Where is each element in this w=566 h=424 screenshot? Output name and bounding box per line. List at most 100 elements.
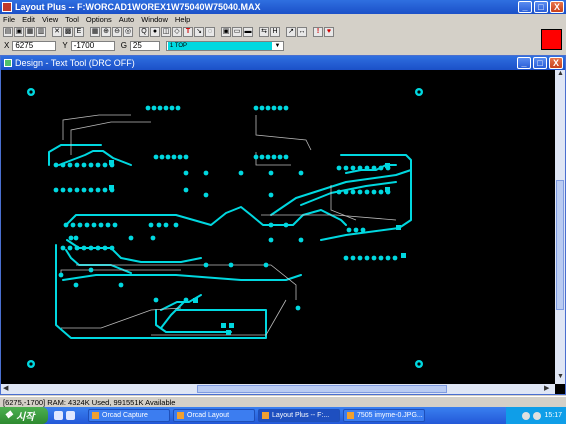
menu-file[interactable]: File (3, 15, 15, 24)
drc-icon[interactable]: ▭ (232, 27, 242, 37)
via-icon[interactable]: ◌ (205, 27, 215, 37)
design-close-button[interactable]: X (549, 57, 563, 69)
print-icon[interactable]: ▦ (25, 27, 35, 37)
x-label: X (4, 41, 10, 50)
menu-auto[interactable]: Auto (119, 15, 134, 24)
zoom-in-icon[interactable]: ⊕ (101, 27, 111, 37)
ratsnest-line (62, 114, 131, 140)
start-label: 시작 (15, 412, 35, 423)
app-icon (262, 412, 269, 419)
menu-edit[interactable]: Edit (22, 15, 35, 24)
reports-icon[interactable]: ♥ (324, 27, 334, 37)
trace (65, 206, 347, 226)
trace (270, 169, 412, 241)
horizontal-scrollbar[interactable]: ◀ ▶ (1, 384, 555, 394)
vertical-scrollbar[interactable]: ▲ ▼ (555, 70, 565, 384)
library-icon[interactable]: ▥ (36, 27, 46, 37)
obstacle-icon[interactable]: ◫ (161, 27, 171, 37)
zoom-fit-icon[interactable]: ◎ (123, 27, 133, 37)
query-icon[interactable]: Q (139, 27, 149, 37)
maximize-button[interactable]: □ (534, 1, 548, 13)
task-image-viewer[interactable]: 7505 imyme-0.JPG... (343, 409, 425, 422)
online-drc-icon[interactable]: ↔ (297, 27, 307, 37)
connection-icon[interactable]: ◇ (172, 27, 182, 37)
current-color-swatch[interactable] (541, 29, 562, 50)
pcb-canvas[interactable] (1, 70, 555, 384)
vertical-scroll-thumb[interactable] (556, 180, 564, 310)
pin-icon[interactable]: ● (150, 27, 160, 37)
task-label: Layout Plus -- F:... (272, 412, 330, 419)
app-icon (177, 412, 184, 419)
grid-field[interactable]: 25 (129, 40, 160, 51)
close-button[interactable]: X (550, 1, 564, 13)
autoroute-icon[interactable]: ▬ (243, 27, 253, 37)
scroll-left-icon[interactable]: ◀ (3, 384, 8, 392)
minimize-button[interactable]: _ (518, 1, 532, 13)
browser-icon[interactable] (54, 411, 63, 420)
y-label: Y (62, 41, 68, 50)
taskbar: ❖ 시작 Orcad Capture Orcad Layout Layout P… (0, 407, 566, 424)
status-bar: [6275,-1700] RAM: 4324K Used, 991551K Av… (0, 396, 566, 407)
trace (65, 249, 132, 274)
design-title-bar[interactable]: Design - Text Tool (DRC OFF) _ □ X (1, 56, 565, 70)
route-icon[interactable]: ↘ (194, 27, 204, 37)
error-icon[interactable]: ! (313, 27, 323, 37)
x-field[interactable]: 6275 (12, 40, 57, 51)
design-maximize-button[interactable]: □ (533, 57, 547, 69)
edit-icon[interactable]: E (74, 27, 84, 37)
component-icon[interactable]: ▩ (63, 27, 73, 37)
task-layout-plus[interactable]: Layout Plus -- F:... (258, 409, 340, 422)
explorer-icon[interactable] (66, 411, 75, 420)
save-icon[interactable]: ▣ (14, 27, 24, 37)
layer-value: 1 TOP (167, 41, 272, 50)
menu-tool[interactable]: Tool (65, 15, 79, 24)
layer-color-icon[interactable]: ▣ (221, 27, 231, 37)
design-minimize-button[interactable]: _ (517, 57, 531, 69)
scroll-up-icon[interactable]: ▲ (557, 70, 564, 77)
horizontal-scroll-thumb[interactable] (197, 385, 447, 393)
clock[interactable]: 15:17 (544, 412, 562, 419)
trace (55, 244, 267, 339)
design-window: Design - Text Tool (DRC OFF) _ □ X ▲ ▼ ◀… (0, 55, 566, 395)
scroll-right-icon[interactable]: ▶ (544, 384, 549, 392)
main-title-bar[interactable]: Layout Plus -- F:WORCAD1WOREX1W75040W750… (0, 0, 566, 14)
menu-window[interactable]: Window (141, 15, 168, 24)
volume-icon[interactable] (533, 411, 542, 420)
system-tray: 15:17 (506, 407, 566, 424)
windows-logo-icon: ❖ (4, 410, 13, 421)
task-orcad-layout[interactable]: Orcad Layout (173, 409, 255, 422)
app-icon (2, 2, 12, 12)
layer-dropdown[interactable]: 1 TOP ▼ (165, 40, 284, 51)
app-window: Layout Plus -- F:WORCAD1WOREX1W75040W750… (0, 0, 566, 424)
menu-view[interactable]: View (42, 15, 58, 24)
start-button[interactable]: ❖ 시작 (0, 407, 48, 424)
zoom-out-icon[interactable]: ⊖ (112, 27, 122, 37)
design-window-icon (4, 59, 12, 67)
scroll-down-icon[interactable]: ▼ (557, 373, 564, 380)
gloss-icon[interactable]: ↗ (286, 27, 296, 37)
g-label: G (120, 41, 127, 50)
network-icon[interactable] (522, 411, 531, 420)
task-label: 7505 imyme-0.JPG... (357, 412, 423, 419)
trace (48, 144, 102, 166)
design-title: Design - Text Tool (DRC OFF) (15, 58, 135, 68)
text-tool-icon[interactable]: T (183, 27, 193, 37)
pcb-board[interactable] (1, 70, 555, 384)
ratsnest-line (70, 121, 151, 155)
window-title: Layout Plus -- F:WORCAD1WOREX1W75040W750… (15, 2, 261, 12)
task-label: Orcad Capture (102, 412, 148, 419)
quick-launch (48, 411, 88, 420)
menu-options[interactable]: Options (86, 15, 112, 24)
task-orcad-capture[interactable]: Orcad Capture (88, 409, 170, 422)
app-icon (347, 412, 354, 419)
reconnect-icon[interactable]: ⇆ (259, 27, 269, 37)
spreadsheet-icon[interactable]: ▦ (90, 27, 100, 37)
open-icon[interactable]: ▤ (3, 27, 13, 37)
ratsnest-line (261, 214, 397, 221)
menu-help[interactable]: Help (175, 15, 190, 24)
delete-icon[interactable]: ✕ (52, 27, 62, 37)
chevron-down-icon[interactable]: ▼ (272, 43, 283, 49)
y-field[interactable]: -1700 (70, 40, 115, 51)
menu-bar: File Edit View Tool Options Auto Window … (0, 14, 566, 25)
hierarchy-icon[interactable]: H (270, 27, 280, 37)
